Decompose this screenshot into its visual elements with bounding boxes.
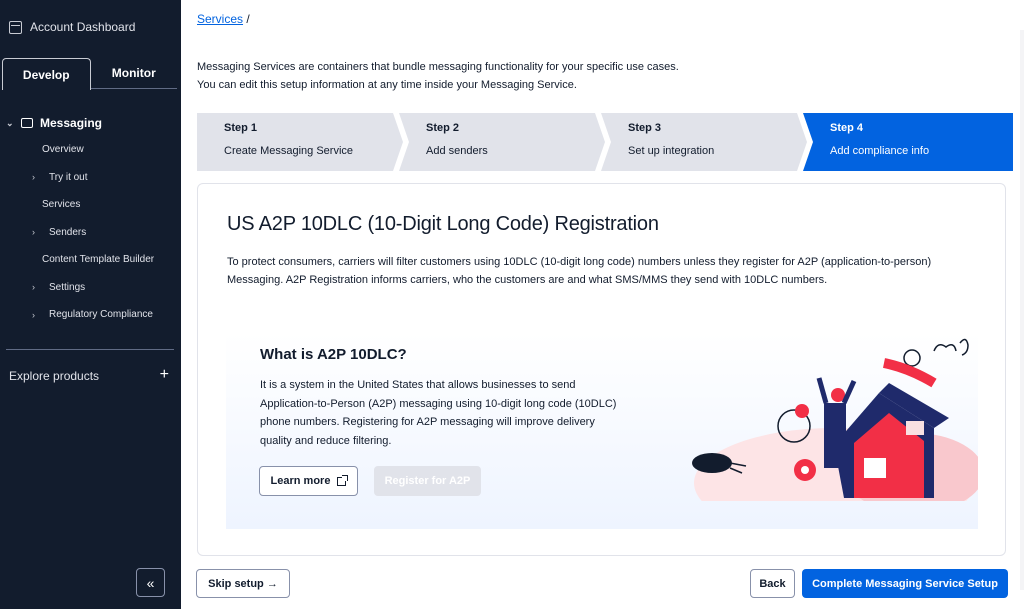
sidebar-tabs: Develop Monitor: [2, 58, 178, 90]
learn-more-button[interactable]: Learn more: [259, 466, 358, 496]
plus-icon[interactable]: +: [160, 367, 169, 383]
tab-monitor[interactable]: Monitor: [91, 58, 178, 88]
step-number: Step 1: [224, 122, 258, 134]
sidebar-item-overview[interactable]: Overview: [0, 136, 181, 164]
sidebar-item-label: Regulatory Compliance: [49, 309, 153, 321]
account-dashboard-link[interactable]: Account Dashboard: [9, 20, 135, 34]
sidebar-item-label: Messaging: [40, 116, 103, 130]
chevron-right-icon: ›: [32, 282, 35, 293]
step-3: Step 3 Set up integration: [601, 113, 807, 171]
complete-setup-button[interactable]: Complete Messaging Service Setup: [802, 569, 1008, 598]
dashboard-icon: [9, 20, 22, 34]
sidebar-item-label: Try it out: [49, 171, 88, 183]
step-label: Set up integration: [628, 145, 715, 157]
sidebar-item-label: Settings: [49, 281, 86, 293]
card-description: To protect consumers, carriers will filt…: [227, 256, 932, 286]
intro-text: Messaging Services are containers that b…: [197, 58, 679, 94]
registration-card: US A2P 10DLC (10-Digit Long Code) Regist…: [197, 183, 1006, 556]
step-label: Create Messaging Service: [224, 145, 354, 157]
breadcrumb-services-link[interactable]: Services: [197, 12, 243, 26]
a2p-illustration: [692, 338, 978, 501]
setup-stepper: Step 1 Create Messaging Service Step 2 A…: [197, 113, 1013, 171]
tab-develop[interactable]: Develop: [2, 58, 91, 90]
learn-more-label: Learn more: [270, 475, 331, 487]
breadcrumb-separator: /: [246, 12, 250, 26]
sidebar-item-label: Overview: [42, 144, 84, 156]
card-title: US A2P 10DLC (10-Digit Long Code) Regist…: [227, 213, 659, 235]
chevron-right-icon: ›: [32, 172, 35, 183]
sidebar-item-services[interactable]: Services: [0, 191, 181, 219]
sidebar-item-messaging[interactable]: ⌄ Messaging: [0, 110, 181, 136]
step-number: Step 4: [830, 122, 864, 134]
external-link-icon: [337, 474, 349, 486]
step-4: Step 4 Add compliance info: [803, 113, 1013, 171]
register-for-a2p-button[interactable]: Register for A2P: [374, 466, 481, 496]
chevron-down-icon: ⌄: [6, 117, 14, 128]
sidebar-item-regulatory-compliance[interactable]: › Regulatory Compliance: [0, 301, 181, 329]
sidebar-item-senders[interactable]: › Senders: [0, 219, 181, 247]
step-2: Step 2 Add senders: [399, 113, 605, 171]
chat-icon: [21, 118, 33, 128]
chevron-right-icon: ›: [32, 227, 35, 238]
back-button[interactable]: Back: [750, 569, 795, 598]
chevron-right-icon: ›: [32, 309, 35, 320]
step-label: Add senders: [426, 145, 488, 157]
step-number: Step 3: [628, 122, 662, 134]
sidebar-divider: [6, 349, 174, 350]
promo-body: It is a system in the United States that…: [260, 379, 617, 447]
skip-setup-button[interactable]: Skip setup →: [196, 569, 290, 598]
step-1: Step 1 Create Messaging Service: [197, 113, 403, 171]
breadcrumb: Services /: [197, 12, 250, 26]
sidebar-item-try-it-out[interactable]: › Try it out: [0, 164, 181, 192]
explore-products-label: Explore products: [9, 369, 100, 383]
sidebar-item-label: Senders: [49, 226, 87, 238]
sidebar-item-label: Content Template Builder: [42, 254, 155, 266]
collapse-sidebar-button[interactable]: «: [136, 568, 165, 597]
step-label: Add compliance info: [830, 145, 930, 157]
sidebar-item-settings[interactable]: › Settings: [0, 274, 181, 302]
step-number: Step 2: [426, 122, 460, 134]
sidebar-item-label: Services: [42, 199, 81, 211]
explore-products[interactable]: Explore products +: [9, 367, 169, 384]
sidebar-nav: ⌄ Messaging Overview › Try it out Service…: [0, 110, 181, 329]
sidebar-item-content-template-builder[interactable]: Content Template Builder: [0, 246, 181, 274]
a2p-info-panel: What is A2P 10DLC? It is a system in the…: [226, 333, 978, 529]
intro-line: You can edit this setup information at a…: [197, 79, 577, 91]
promo-heading: What is A2P 10DLC?: [260, 346, 407, 363]
intro-line: Messaging Services are containers that b…: [197, 61, 679, 73]
sidebar: Account Dashboard Develop Monitor ⌄ Mess…: [0, 0, 181, 609]
account-dashboard-label: Account Dashboard: [30, 20, 136, 34]
scrollbar[interactable]: [1020, 30, 1024, 590]
